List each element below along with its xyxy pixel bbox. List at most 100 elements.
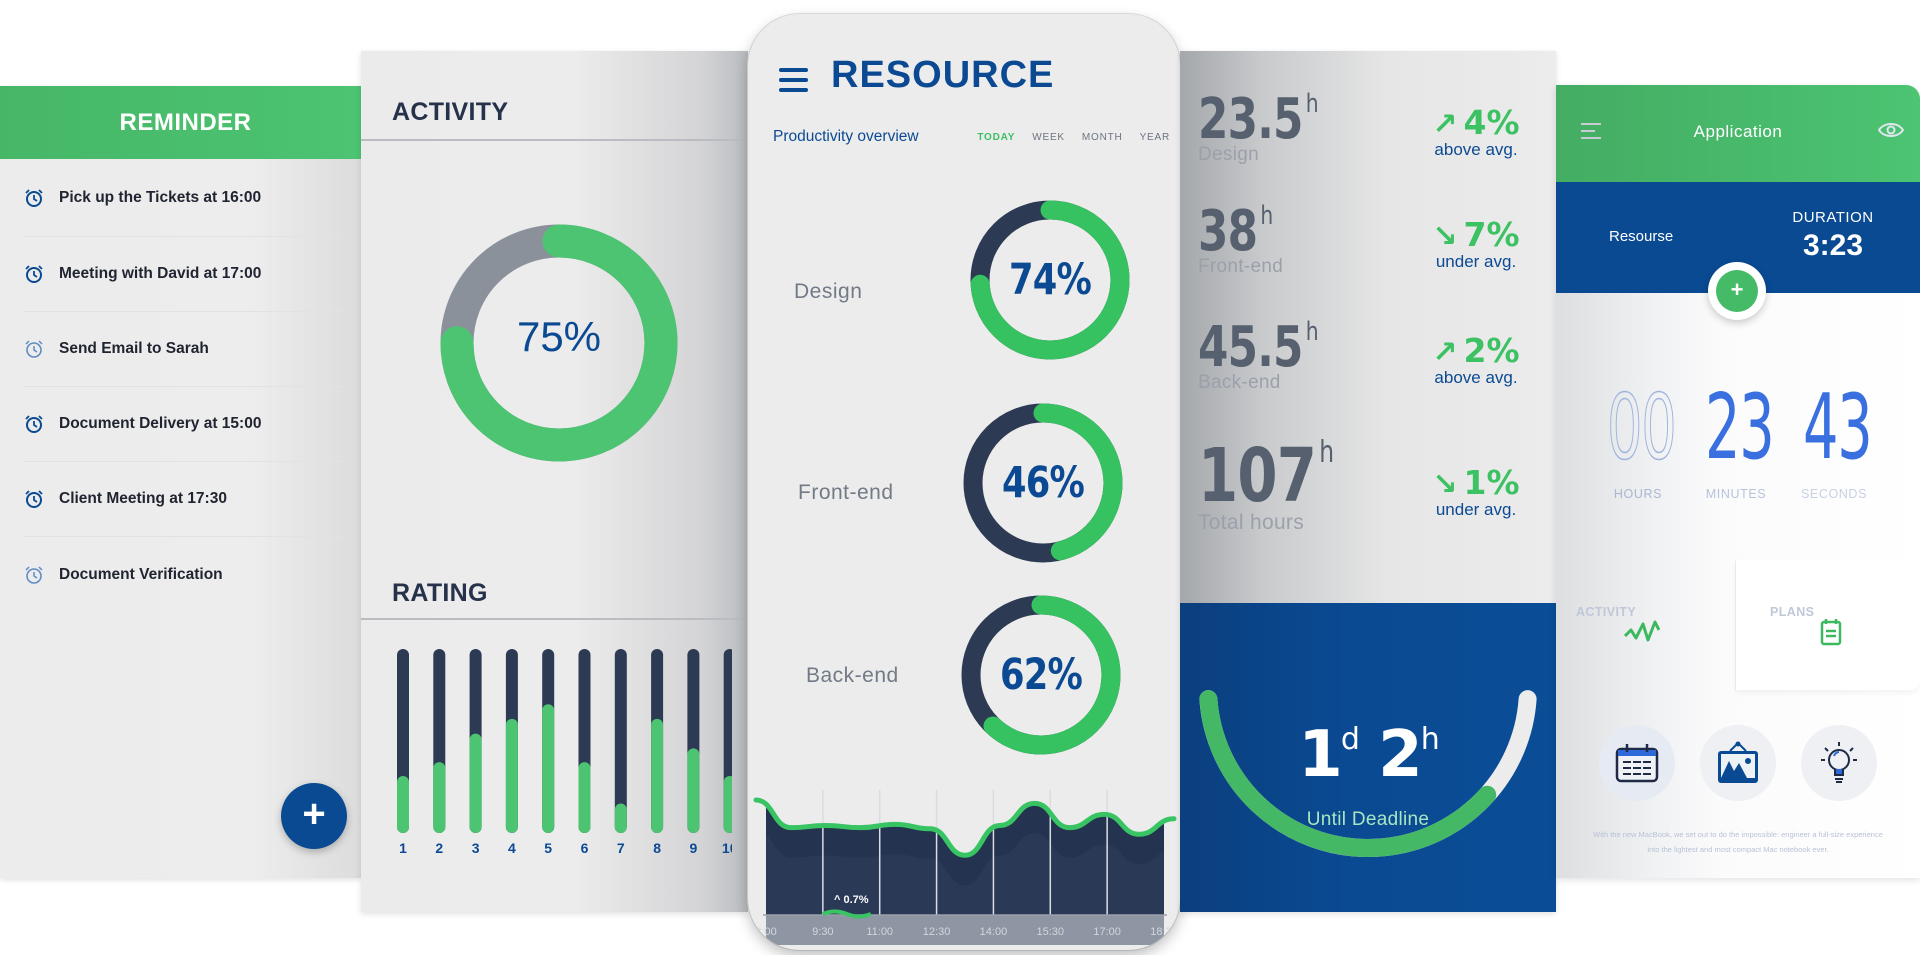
stat-unit: h bbox=[1305, 317, 1319, 347]
add-reminder-button[interactable]: + bbox=[281, 783, 347, 849]
reminder-item[interactable]: Client Meeting at 17:30 bbox=[24, 462, 345, 537]
timeline-x-label: 18:30 bbox=[1150, 926, 1178, 938]
alarm-clock-icon bbox=[25, 265, 43, 283]
hamburger-menu-icon[interactable] bbox=[779, 68, 808, 92]
reminder-text: Document Delivery at 15:00 bbox=[59, 415, 262, 432]
timeline-x-label: 11:00 bbox=[866, 926, 893, 938]
timeline-highlight-label: ^ 0.7% bbox=[834, 894, 869, 906]
arrow-up-right-icon: ↗ bbox=[1432, 107, 1458, 142]
deadline-days-unit: d bbox=[1340, 722, 1360, 757]
rating-bar-fill bbox=[651, 718, 664, 833]
activity-percent: 75% bbox=[516, 313, 602, 360]
app-description: With the new MacBook, we set out to do t… bbox=[1574, 827, 1902, 857]
reminder-list: Pick up the Tickets at 16:00 Meeting wit… bbox=[0, 159, 361, 612]
backend-percent: 62% bbox=[1000, 650, 1083, 700]
app-tiles: ACTIVITY PLANS bbox=[1556, 560, 1920, 690]
tab-year[interactable]: YEAR bbox=[1140, 132, 1170, 143]
trend-text: above avg. bbox=[1434, 368, 1518, 387]
tab-week[interactable]: WEEK bbox=[1032, 132, 1065, 143]
hours-stats-card: 23.5 h Design ↗ 4% above avg. 38 h Front-en… bbox=[1180, 51, 1556, 912]
rating-bar-fill bbox=[578, 762, 591, 833]
deadline-hours: 2 bbox=[1378, 718, 1423, 792]
tab-today[interactable]: TODAY bbox=[977, 132, 1015, 143]
reminder-card: REMINDER Pick up the Tickets at 16:00 Me… bbox=[0, 86, 361, 878]
image-icon bbox=[1718, 741, 1758, 783]
rating-bar-fill bbox=[542, 704, 555, 833]
rating-title: RATING bbox=[392, 579, 488, 607]
clipboard-icon bbox=[1820, 619, 1842, 646]
stat-frontend: 38 h Front-end bbox=[1198, 199, 1293, 278]
trend-text: under avg. bbox=[1435, 252, 1517, 271]
add-button[interactable]: + bbox=[1708, 262, 1766, 320]
reminder-item[interactable]: Document Delivery at 15:00 bbox=[24, 387, 345, 462]
timer-hours: 00 bbox=[1607, 374, 1678, 481]
plus-icon: + bbox=[1716, 270, 1758, 312]
reminder-text: Document Verification bbox=[59, 565, 223, 583]
calendar-icon bbox=[1615, 744, 1659, 783]
tile-plans[interactable]: PLANS bbox=[1736, 560, 1920, 690]
trend-design: ↗ 4% above avg. bbox=[1416, 103, 1536, 160]
timer-seconds: 43 bbox=[1803, 375, 1873, 480]
alarm-clock-icon bbox=[25, 565, 43, 584]
stat-value: 38 bbox=[1198, 199, 1258, 264]
reminder-item[interactable]: Send Email to Sarah bbox=[24, 312, 345, 387]
stat-value: 107 bbox=[1198, 433, 1317, 519]
rating-bar-label: 9 bbox=[690, 840, 698, 856]
rating-divider bbox=[361, 618, 748, 620]
resource-label: Resourse bbox=[1609, 228, 1674, 245]
tab-month[interactable]: MONTH bbox=[1082, 132, 1123, 143]
alarm-clock-icon bbox=[25, 188, 43, 207]
arrow-down-right-icon: ↘ bbox=[1432, 467, 1458, 502]
arrow-up-right-icon: ↗ bbox=[1432, 335, 1458, 370]
reminder-title: REMINDER bbox=[119, 108, 252, 136]
rating-bar-fill bbox=[433, 762, 446, 833]
timer-minutes: 23 bbox=[1705, 375, 1775, 480]
rating-bar-label: 7 bbox=[617, 840, 625, 856]
reminder-item[interactable]: Pick up the Tickets at 16:00 bbox=[24, 159, 345, 237]
frontend-percent: 46% bbox=[1002, 458, 1085, 508]
metric-label-design: Design bbox=[794, 280, 863, 303]
calendar-button[interactable] bbox=[1599, 725, 1675, 801]
deadline-hours-unit: h bbox=[1420, 722, 1440, 757]
tile-label: PLANS bbox=[1770, 605, 1815, 619]
stat-value: 23.5 bbox=[1198, 87, 1303, 152]
reminder-item[interactable]: Document Verification bbox=[24, 537, 345, 612]
timeline-x-label: 12:30 bbox=[923, 926, 951, 938]
rating-bar-fill bbox=[687, 748, 700, 833]
metric-label-frontend: Front-end bbox=[798, 481, 894, 504]
reminder-item[interactable]: Meeting with David at 17:00 bbox=[24, 237, 345, 312]
rating-bar-chart: 1 2 3 4 5 6 7 8 9 10 bbox=[397, 649, 732, 856]
rating-bar-fill bbox=[614, 803, 627, 833]
tile-activity[interactable]: ACTIVITY bbox=[1556, 560, 1736, 690]
trend-percent: 2% bbox=[1463, 331, 1520, 370]
timeline-x-label: 8:00 bbox=[755, 926, 776, 938]
gallery-button[interactable] bbox=[1700, 725, 1776, 801]
rating-bar-fill bbox=[397, 775, 409, 833]
activity-divider bbox=[361, 139, 748, 141]
period-tabs: TODAY WEEK MONTH YEAR bbox=[977, 132, 1170, 143]
idea-button[interactable] bbox=[1801, 725, 1877, 801]
application-header: Application bbox=[1556, 85, 1920, 182]
application-title: Application bbox=[1693, 122, 1783, 141]
trend-percent: 7% bbox=[1463, 215, 1520, 254]
timeline-x-label: 15:30 bbox=[1037, 926, 1065, 938]
rating-bar-fill bbox=[469, 733, 482, 833]
trend-total: ↘ 1% under avg. bbox=[1416, 463, 1536, 520]
timeline-x-label: 14:00 bbox=[980, 926, 1008, 938]
alarm-clock-icon bbox=[25, 340, 43, 358]
tile-label: ACTIVITY bbox=[1576, 605, 1637, 619]
stat-design: 23.5 h Design bbox=[1198, 87, 1352, 166]
timer-hours-label: HOURS bbox=[1613, 487, 1663, 501]
timeline-area-chart: ^ 0.7% 8:00 9:30 11:00 12:30 14:00 15:30 17:00 1… bbox=[753, 790, 1178, 945]
rating-bar-label: 5 bbox=[544, 840, 552, 856]
deadline-days: 1 bbox=[1298, 718, 1343, 792]
reminder-header: REMINDER bbox=[0, 86, 361, 159]
activity-title: ACTIVITY bbox=[392, 98, 509, 126]
trend-backend: ↗ 2% above avg. bbox=[1416, 331, 1536, 388]
trend-text: under avg. bbox=[1435, 500, 1517, 519]
description-line: into the lightest and most compact Mac n… bbox=[1647, 845, 1829, 854]
lightbulb-icon bbox=[1821, 742, 1857, 783]
rating-bar-label: 10 bbox=[722, 840, 732, 856]
rating-bar-label: 6 bbox=[581, 840, 589, 856]
eye-icon[interactable] bbox=[1878, 120, 1904, 140]
